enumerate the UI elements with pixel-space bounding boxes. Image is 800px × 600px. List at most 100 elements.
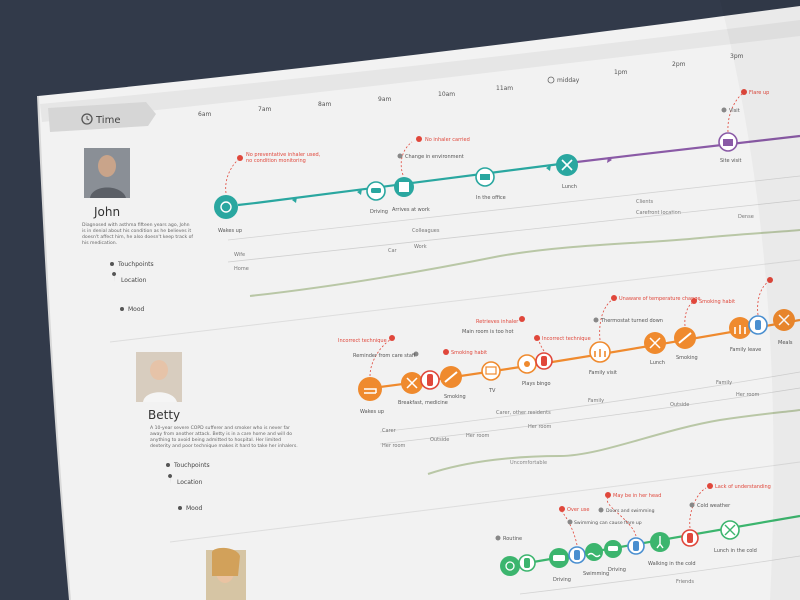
stage: Time 6am 7am 8am 9am 10am 11am midday 1p… <box>0 0 800 600</box>
event-inhaler[interactable] <box>568 546 586 564</box>
inhaler-icon <box>541 356 547 366</box>
journey-map-poster: Time 6am 7am 8am 9am 10am 11am midday 1p… <box>37 6 800 600</box>
event-routine[interactable] <box>500 556 520 576</box>
alert-icon <box>519 316 525 322</box>
event-label: Family leave <box>730 347 761 353</box>
note-icon <box>721 107 727 113</box>
persona-bio-line: anything to avoid being admitted to hosp… <box>150 437 281 443</box>
alert-icon <box>443 349 449 355</box>
touchpoint-text: Clients <box>636 199 653 205</box>
note-icon <box>397 153 403 159</box>
mood-icon <box>178 506 182 510</box>
location-text: Car <box>388 248 398 254</box>
alert-text: Smoking habit <box>699 299 735 305</box>
touchpoint-text: Carer, other residents <box>496 410 551 416</box>
hour-label: 8am <box>318 101 331 108</box>
mood-label: Mood <box>186 505 203 512</box>
alert-text: Smoking habit <box>451 350 487 356</box>
touchpoint-text: Carer <box>382 428 397 434</box>
alert-text: Unaware of temperature change <box>619 296 700 302</box>
note-text: Visit <box>729 108 740 114</box>
alert-text: Incorrect technique <box>338 338 387 344</box>
persona-bio-line: doesn't affect him, he also doesn't keep… <box>82 234 193 240</box>
alert-text: Lack of understanding <box>715 484 771 490</box>
location-text: Home <box>234 266 249 272</box>
alert-text: No inhaler carried <box>425 137 470 143</box>
note-text: Main room is too hot <box>462 329 514 335</box>
note-text: Thermostat turned down <box>600 318 663 324</box>
hour-label: 9am <box>378 96 391 103</box>
location-text: Her room <box>528 424 552 430</box>
persona-name: Betty <box>148 408 180 422</box>
note-icon <box>495 535 501 541</box>
event-label: TV <box>488 388 496 394</box>
event-label: Wakes up <box>360 409 384 415</box>
alert-icon <box>237 155 243 161</box>
event-label: Breakfast, medicine <box>398 400 448 406</box>
note-text: Cold weather <box>697 503 731 509</box>
event-label: Arrives at work <box>392 207 430 213</box>
alert-text: Over use <box>567 507 589 513</box>
event-label: Swimming <box>583 571 609 577</box>
hour-label: 10am <box>438 91 455 98</box>
inhaler-icon <box>755 320 761 330</box>
alert-text: no condition monitoring <box>246 158 306 164</box>
persona-bio-line: away from another attack. Betty is in a … <box>150 431 292 437</box>
event-label: Plays bingo <box>522 381 551 387</box>
event-label: Site visit <box>720 158 742 164</box>
touchpoints-label: Touchpoints <box>117 261 154 268</box>
alert-icon <box>389 335 395 341</box>
hour-label: 7am <box>258 106 271 113</box>
building-icon <box>399 182 409 192</box>
location-label: Location <box>177 479 203 486</box>
event-label: Lunch <box>562 184 577 190</box>
event-inhaler[interactable] <box>627 537 645 555</box>
event-label: Walking in the cold <box>648 561 696 567</box>
event-inhaler[interactable] <box>535 352 553 370</box>
note-icon <box>593 317 599 323</box>
note-text: Doors and swimming <box>606 508 655 514</box>
location-text: Wife <box>234 252 245 258</box>
persona-bio-line: dexterity and poor technique makes it ha… <box>150 443 298 449</box>
mood-annotation: Uncomfortable <box>510 460 547 466</box>
event-label: In the office <box>476 195 506 201</box>
inhaler-icon <box>427 374 433 386</box>
car-icon <box>371 188 381 193</box>
note-text: Swimming can cause flare up <box>574 520 642 526</box>
touchpoint-text: Colleagues <box>412 228 440 234</box>
hour-label: 2pm <box>672 61 686 68</box>
alert-icon <box>611 295 617 301</box>
event-label: Driving <box>608 567 626 573</box>
event-inhaler[interactable] <box>748 315 768 335</box>
event-smoking[interactable]: Smoking <box>674 327 698 361</box>
hour-label: midday <box>557 77 580 84</box>
event-label: Driving <box>370 209 388 215</box>
event-label: Lunch <box>650 360 665 366</box>
bingo-icon <box>524 361 530 367</box>
briefcase-icon <box>723 139 733 146</box>
touchpoint-text: Friends <box>676 579 694 585</box>
location-text: Dense <box>738 214 754 220</box>
event-label: Driving <box>553 577 571 583</box>
time-label: Time <box>95 115 120 126</box>
inhaler-icon <box>574 550 580 560</box>
touchpoint-text: Family <box>588 398 604 404</box>
alert-icon <box>691 298 697 304</box>
hour-label: 11am <box>496 85 513 92</box>
event-label: Family visit <box>589 370 617 376</box>
persona-bio-line: his medication. <box>82 240 117 246</box>
event-inhaler[interactable] <box>518 554 536 572</box>
event-inhaler[interactable] <box>420 370 440 390</box>
touchpoints-label: Touchpoints <box>173 462 210 469</box>
event-inhaler[interactable] <box>681 529 699 547</box>
persona-name: John <box>93 205 120 219</box>
location-text: Work <box>414 244 427 250</box>
event-label: Wakes up <box>218 228 242 234</box>
note-icon <box>689 502 695 508</box>
note-text: Reminder from care staff <box>353 353 416 359</box>
event-label: Smoking <box>676 355 698 361</box>
persona-bio-line: is in denial about his condition as he b… <box>82 228 191 234</box>
note-icon <box>598 507 604 513</box>
persona-bio-line: Diagnosed with asthma fifteen years ago,… <box>82 222 190 228</box>
location-text: Her room <box>736 392 760 398</box>
